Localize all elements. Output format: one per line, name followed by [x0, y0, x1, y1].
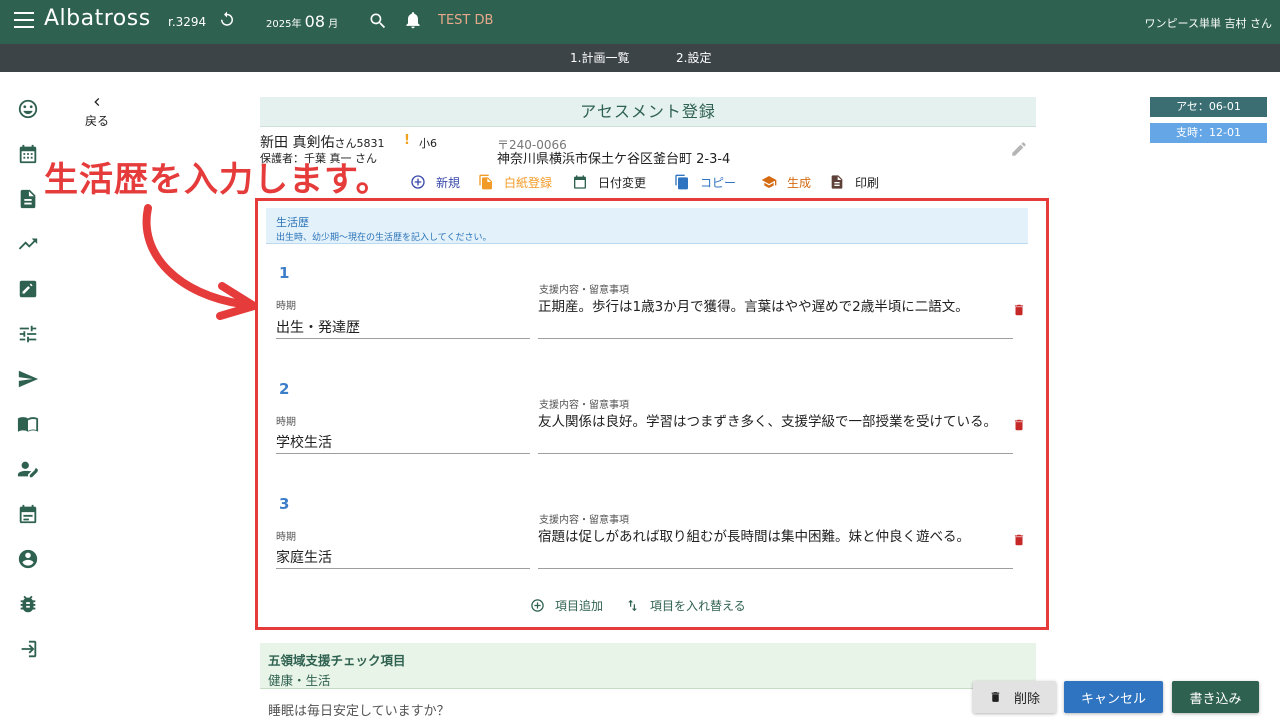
- print-button[interactable]: 印刷: [829, 172, 879, 192]
- date-month: 08: [304, 12, 325, 31]
- section-title: 生活歴: [276, 216, 309, 229]
- next-section-header: 五領域支援チェック項目 健康・生活: [260, 643, 1036, 689]
- add-circle-icon: [531, 598, 544, 612]
- cancel-button[interactable]: キャンセル: [1064, 681, 1163, 713]
- back-label: 戻る: [84, 114, 109, 128]
- login-icon[interactable]: [17, 638, 39, 660]
- reorder-label: 項目を入れ替える: [650, 598, 746, 613]
- trash-icon[interactable]: [1012, 532, 1026, 548]
- period-label: 時期: [276, 532, 296, 543]
- new-label: 新規: [436, 175, 461, 190]
- subnav-settings[interactable]: 2.設定: [676, 49, 711, 66]
- person-edit-icon[interactable]: [17, 458, 39, 480]
- warning-mark: !: [404, 133, 410, 148]
- delete-button[interactable]: 削除: [973, 681, 1056, 713]
- book-icon[interactable]: [17, 413, 39, 435]
- detail-textarea[interactable]: 正期産。歩行は1歳3か月で獲得。言葉はやや遅めで2歳半頃に二語文。: [538, 299, 1013, 339]
- bell-icon[interactable]: [403, 10, 423, 30]
- detail-textarea[interactable]: 宿題は促しがあれば取り組むが長時間は集中困難。妹と仲良く遊べる。: [538, 529, 1013, 569]
- calendar-icon: [574, 175, 586, 189]
- person-suffix: さん5831: [334, 137, 385, 150]
- account-circle-icon[interactable]: [17, 548, 39, 570]
- new-button[interactable]: 新規: [410, 172, 460, 192]
- chevron-left-icon: [94, 98, 100, 106]
- generate-label: 生成: [787, 175, 812, 190]
- annotation-text: 生活歴を入力します。: [44, 160, 391, 200]
- trash-icon: [991, 692, 1000, 702]
- top-app-bar: Albatross r.3294 2025年 08 月 TEST DB ワンピー…: [0, 0, 1280, 44]
- period-label: 時期: [276, 301, 296, 312]
- person-name: 新田 真剣佑さん5831: [260, 132, 384, 152]
- section-subtitle: 出生時、幼少期〜現在の生活歴を記入してください。: [276, 233, 492, 243]
- detail-textarea[interactable]: 友人関係は良好。学習はつまずき多く、支援学級で一部授業を受けている。: [538, 414, 1013, 454]
- sub-navigation: 1.計画一覧 2.設定: [0, 44, 1280, 72]
- next-section-title: 五領域支援チェック項目: [268, 653, 406, 668]
- send-icon[interactable]: [17, 368, 39, 390]
- copy-icon: [675, 174, 688, 190]
- bug-icon[interactable]: [17, 593, 39, 615]
- tune-icon[interactable]: [17, 323, 39, 345]
- blank-register-button[interactable]: 白紙登録: [478, 172, 552, 192]
- trending-up-icon[interactable]: [17, 233, 39, 255]
- assessment-badge[interactable]: アセ：06-01: [1150, 97, 1267, 117]
- smiley-icon[interactable]: [17, 98, 39, 120]
- blank-register-label: 白紙登録: [504, 175, 553, 190]
- address: 神奈川県横浜市保土ケ谷区釜台町 2-3-4: [497, 152, 731, 167]
- copy-button[interactable]: コピー: [674, 172, 736, 192]
- subnav-plan-list[interactable]: 1.計画一覧: [570, 49, 629, 66]
- period-label: 時期: [276, 417, 296, 428]
- support-badge[interactable]: 支時：12-01: [1150, 123, 1267, 143]
- change-date-label: 日付変更: [598, 175, 647, 190]
- detail-label: 支援内容・留意事項: [539, 515, 629, 526]
- swap-vertical-icon: [628, 599, 637, 611]
- trash-icon[interactable]: [1012, 302, 1026, 318]
- menu-icon[interactable]: [14, 12, 34, 28]
- period-input[interactable]: 出生・発達歴: [276, 314, 530, 339]
- person-name-text: 新田 真剣佑: [260, 135, 335, 151]
- entry-number: 1: [279, 264, 290, 282]
- page-title: アセスメント登録: [260, 97, 1036, 127]
- pencil-icon[interactable]: [1010, 140, 1028, 158]
- reorder-button[interactable]: 項目を入れ替える: [625, 597, 746, 613]
- db-name: TEST DB: [438, 13, 494, 28]
- date-year: 2025年: [266, 19, 302, 30]
- trash-icon[interactable]: [1012, 417, 1026, 433]
- print-document-icon: [831, 175, 843, 189]
- detail-label: 支援内容・留意事項: [539, 400, 629, 411]
- grade-label: 小6: [419, 137, 437, 150]
- save-button[interactable]: 書き込み: [1172, 681, 1259, 713]
- delete-label: 削除: [1013, 691, 1040, 707]
- add-circle-icon: [411, 175, 425, 189]
- detail-label: 支援内容・留意事項: [539, 285, 629, 296]
- refresh-icon[interactable]: [218, 10, 236, 28]
- app-name: Albatross: [44, 6, 151, 31]
- add-item-label: 項目追加: [555, 598, 604, 613]
- search-icon[interactable]: [368, 11, 388, 31]
- edit-note-icon[interactable]: [17, 278, 39, 300]
- date-selector[interactable]: 2025年 08 月: [266, 12, 338, 31]
- app-version: r.3294: [168, 15, 207, 29]
- copy-label: コピー: [700, 175, 737, 190]
- next-section-subtitle: 健康・生活: [268, 673, 331, 688]
- generate-button[interactable]: 生成: [761, 172, 811, 192]
- back-button[interactable]: 戻る: [80, 94, 114, 129]
- period-input[interactable]: 学校生活: [276, 429, 530, 454]
- document-icon[interactable]: [17, 188, 39, 210]
- section-header: 生活歴 出生時、幼少期〜現在の生活歴を記入してください。: [266, 208, 1028, 244]
- date-month-unit: 月: [328, 19, 339, 30]
- calendar-icon[interactable]: [17, 143, 39, 165]
- entry-number: 3: [279, 495, 290, 513]
- question-text: 睡眠は毎日安定していますか？: [268, 704, 450, 719]
- event-icon[interactable]: [17, 503, 39, 525]
- entry-number: 2: [279, 380, 290, 398]
- add-item-button[interactable]: 項目追加: [530, 597, 603, 613]
- print-label: 印刷: [855, 175, 880, 190]
- school-icon: [761, 176, 777, 188]
- annotation-arrow: [142, 204, 258, 320]
- user-name[interactable]: ワンピース単単 吉村 さん: [1145, 15, 1272, 31]
- change-date-button[interactable]: 日付変更: [572, 172, 646, 192]
- period-input[interactable]: 家庭生活: [276, 544, 530, 569]
- copy-filled-icon: [479, 174, 492, 190]
